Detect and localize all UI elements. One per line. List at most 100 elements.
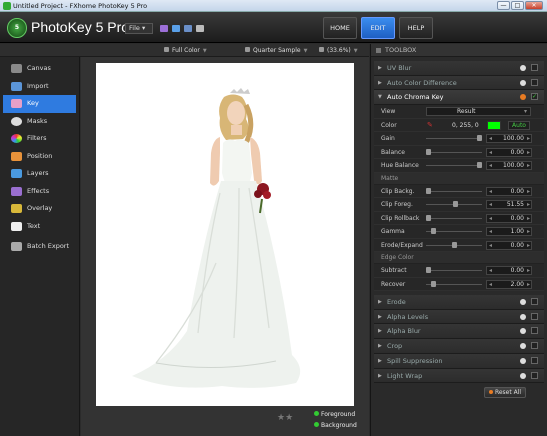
balance-row: Balance0.00 <box>374 145 544 160</box>
slider-handle[interactable] <box>426 187 431 194</box>
sidebar-item-layers[interactable]: Layers <box>3 165 76 183</box>
section-spill-suppression[interactable]: ▶ Spill Suppression <box>374 353 544 369</box>
window-title: Untitled Project - FXhome PhotoKey 5 Pro <box>13 2 148 10</box>
section-alpha-blur[interactable]: ▶ Alpha Blur <box>374 324 544 340</box>
sidebar-item-canvas[interactable]: Canvas <box>3 60 76 78</box>
subtract-value[interactable]: 0.00 <box>486 266 532 276</box>
sidebar-item-key[interactable]: Key <box>3 95 76 113</box>
hue-balance-value[interactable]: 100.00 <box>486 161 532 171</box>
close-button[interactable]: ✕ <box>525 1 543 10</box>
app-icon <box>3 2 11 10</box>
color-swatch[interactable] <box>487 120 501 130</box>
image-canvas[interactable] <box>96 63 354 406</box>
clip-rollback-slider[interactable] <box>426 214 482 221</box>
print-icon[interactable] <box>196 25 204 32</box>
slider-handle[interactable] <box>426 267 431 274</box>
overlay-icon <box>11 204 22 213</box>
rating-stars-icon: ★★ <box>277 413 294 423</box>
subtract-slider[interactable] <box>426 267 482 274</box>
file-menu[interactable]: File ▾ <box>125 23 153 34</box>
slider-handle[interactable] <box>426 214 431 221</box>
section-uv-blur[interactable]: ▶ UV Blur <box>374 61 544 76</box>
view-row: View Result <box>374 105 544 119</box>
balance-value[interactable]: 0.00 <box>486 147 532 157</box>
recover-value[interactable]: 2.00 <box>486 279 532 289</box>
new-project-icon[interactable] <box>160 25 168 32</box>
enable-checkbox[interactable] <box>531 342 538 350</box>
section-auto-color-difference[interactable]: ▶ Auto Color Difference <box>374 75 544 91</box>
section-light-wrap[interactable]: ▶ Light Wrap <box>374 368 544 384</box>
sidebar-item-position[interactable]: Position <box>3 148 76 166</box>
sample-select[interactable]: Quarter Sample ▼ <box>245 46 307 55</box>
recover-slider[interactable] <box>426 280 482 287</box>
slider-handle[interactable] <box>431 280 437 287</box>
sidebar-item-import[interactable]: Import <box>3 78 76 96</box>
reset-icon <box>520 343 526 350</box>
slider-handle[interactable] <box>451 241 457 248</box>
enable-checkbox[interactable]: ✓ <box>531 93 538 101</box>
erode-expand-value[interactable]: 0.00 <box>486 240 532 250</box>
sample-icon <box>245 47 250 52</box>
reset-all-button[interactable]: Reset All <box>484 387 526 398</box>
sidebar-item-effects[interactable]: Effects <box>3 183 76 201</box>
erode-expand-slider[interactable] <box>426 241 482 248</box>
enable-checkbox[interactable] <box>531 64 538 71</box>
clip-rollback-value[interactable]: 0.00 <box>486 213 532 223</box>
hue-balance-slider[interactable] <box>426 162 482 169</box>
maximize-button[interactable]: □ <box>511 1 524 10</box>
slider-handle[interactable] <box>426 148 431 155</box>
layer-foreground[interactable]: Foreground <box>311 409 371 420</box>
sidebar-item-filters[interactable]: Filters <box>3 130 76 148</box>
foreground-layer-icon <box>314 411 319 416</box>
section-crop[interactable]: ▶ Crop <box>374 339 544 354</box>
slider-handle[interactable] <box>452 201 458 208</box>
section-auto-chroma-key[interactable]: ▼ Auto Chroma Key ✓ <box>374 90 544 106</box>
slider-handle[interactable] <box>477 162 482 169</box>
layer-background[interactable]: Background <box>311 420 371 431</box>
slider-handle[interactable] <box>477 135 482 142</box>
color-mode-select[interactable]: Full Color ▼ <box>164 46 207 55</box>
clip-foreg-row: Clip Foreg.51.55 <box>374 198 544 212</box>
open-project-icon[interactable] <box>172 25 180 32</box>
color-mode-icon <box>164 47 169 52</box>
eyedropper-icon[interactable]: ✎ <box>427 121 434 129</box>
gain-slider[interactable] <box>426 135 482 142</box>
section-erode[interactable]: ▶ Erode <box>374 295 544 310</box>
clip-foreg-value[interactable]: 51.55 <box>486 200 532 210</box>
canvas-area: ★★ Foreground Background <box>81 57 369 436</box>
tab-help[interactable]: HELP <box>399 17 433 39</box>
filters-icon <box>11 134 22 143</box>
slider-handle[interactable] <box>431 228 437 235</box>
sidebar-item-overlay[interactable]: Overlay <box>3 200 76 218</box>
view-select[interactable]: Result <box>426 107 531 117</box>
sidebar-item-batch-export[interactable]: Batch Export <box>3 238 76 256</box>
clip-backg-value[interactable]: 0.00 <box>486 186 532 196</box>
balance-slider[interactable] <box>426 148 482 155</box>
gain-row: Gain100.00 <box>374 132 544 146</box>
clip-foreg-slider[interactable] <box>426 201 482 208</box>
gamma-value[interactable]: 1.00 <box>486 227 532 237</box>
clip-backg-slider[interactable] <box>426 187 482 194</box>
hue-balance-row: Hue Balance100.00 <box>374 159 544 173</box>
import-icon <box>11 81 22 91</box>
tab-home[interactable]: HOME <box>323 17 357 39</box>
enable-checkbox[interactable] <box>531 298 538 306</box>
enable-checkbox[interactable] <box>531 312 538 320</box>
app-logo: 5 <box>7 18 27 38</box>
save-project-icon[interactable] <box>184 25 192 32</box>
gain-value[interactable]: 100.00 <box>486 134 532 144</box>
minimize-button[interactable]: — <box>497 1 510 10</box>
section-alpha-levels[interactable]: ▶ Alpha Levels <box>374 309 544 325</box>
auto-button[interactable]: Auto <box>508 120 530 130</box>
tab-edit[interactable]: EDIT <box>361 17 395 39</box>
enable-checkbox[interactable] <box>531 78 538 86</box>
zoom-select[interactable]: (33.6%) ▼ <box>319 46 358 55</box>
enable-checkbox[interactable] <box>531 371 538 379</box>
toolbox-panel: TOOLBOX ▶ UV Blur ▶ Auto Color Difference … <box>370 44 547 436</box>
sidebar-item-text[interactable]: Text <box>3 218 76 236</box>
gamma-slider[interactable] <box>426 228 482 235</box>
sidebar-item-masks[interactable]: Masks <box>3 113 76 131</box>
enable-checkbox[interactable] <box>531 356 538 364</box>
enable-checkbox[interactable] <box>531 327 538 335</box>
clip-rollback-row: Clip Rollback0.00 <box>374 211 544 226</box>
